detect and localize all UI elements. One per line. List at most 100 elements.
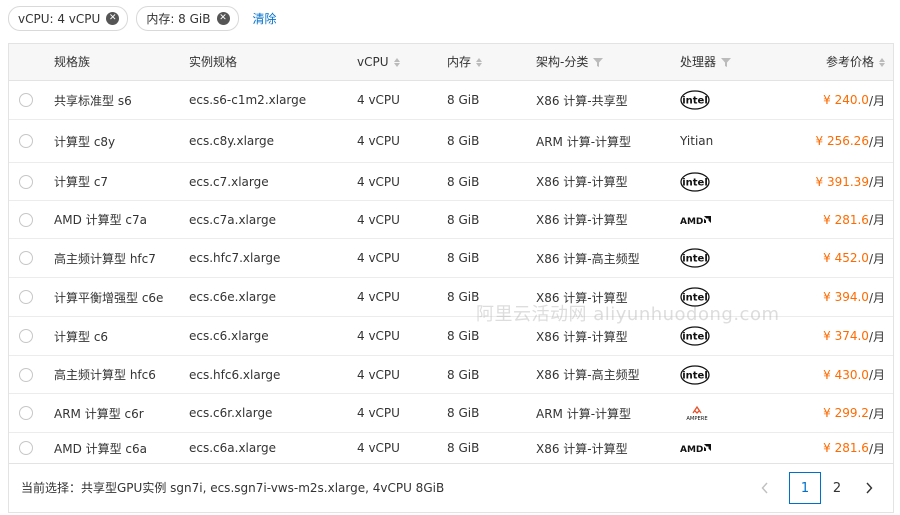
page-button-1[interactable]: 1: [789, 472, 821, 504]
table-row[interactable]: 共享标准型 s6 ecs.s6-c1m2.xlarge 4 vCPU 8 GiB X86…: [9, 81, 893, 120]
clear-filters-link[interactable]: 清除: [253, 10, 277, 27]
table-row[interactable]: ARM 计算型 c6r ecs.c6r.xlarge 4 vCPU 8 GiB ARM …: [9, 394, 893, 433]
price-value: ¥ 281.6: [823, 212, 869, 227]
filter-chip-vcpu[interactable]: vCPU: 4 vCPU ✕: [8, 6, 129, 31]
arch-cell: X86 计算-计算型: [536, 329, 628, 344]
close-icon[interactable]: ✕: [106, 12, 120, 25]
row-radio-button[interactable]: [19, 251, 33, 265]
chevron-left-icon: [761, 482, 768, 494]
arch-cell: X86 计算-高主频型: [536, 368, 640, 382]
header-spec-label: 实例规格: [189, 55, 238, 69]
page-button-2[interactable]: 2: [821, 472, 853, 504]
header-spec: 实例规格: [189, 44, 237, 81]
sort-icon[interactable]: [476, 58, 483, 67]
arch-cell: X86 计算-计算型: [536, 213, 628, 227]
filter-icon[interactable]: [721, 58, 732, 67]
header-processor-label: 处理器: [680, 55, 717, 69]
processor-cell: AMPERE: [680, 394, 714, 432]
table-row[interactable]: 计算型 c7 ecs.c7.xlarge 4 vCPU 8 GiB X86 计算-计算型…: [9, 163, 893, 201]
table-row[interactable]: 高主频计算型 hfc6 ecs.hfc6.xlarge 4 vCPU 8 GiB X86…: [9, 356, 893, 394]
sort-icon[interactable]: [393, 58, 400, 67]
prev-page-button[interactable]: [749, 472, 781, 504]
table-row[interactable]: 计算型 c8y ecs.c8y.xlarge 4 vCPU 8 GiB ARM 计算-计…: [9, 120, 893, 163]
next-page-button[interactable]: [853, 472, 885, 504]
memory-cell: 8 GiB: [447, 93, 480, 107]
row-radio-cell[interactable]: [19, 433, 33, 463]
price-unit: /月: [868, 368, 885, 382]
filter-chip-label: vCPU: 4 vCPU: [18, 11, 101, 26]
row-radio-cell[interactable]: [19, 163, 33, 200]
spec-cell: ecs.hfc6.xlarge: [189, 367, 281, 382]
arch-cell: ARM 计算-计算型: [536, 406, 632, 421]
row-radio-cell[interactable]: [19, 394, 33, 432]
processor-cell: AMD: [680, 201, 712, 238]
header-processor[interactable]: 处理器: [680, 44, 732, 81]
family-cell: 计算型 c6: [54, 329, 109, 344]
intel-logo-icon: intel: [680, 171, 710, 192]
header-price[interactable]: 参考价格: [826, 44, 885, 81]
processor-cell: intel: [680, 356, 710, 393]
spec-cell: ecs.hfc7.xlarge: [189, 251, 281, 265]
row-radio-button[interactable]: [19, 93, 33, 107]
price-value: ¥ 391.39: [815, 174, 869, 189]
header-arch[interactable]: 架构-分类: [536, 44, 604, 81]
family-cell: 高主频计算型 hfc6: [54, 368, 156, 382]
row-radio-cell[interactable]: [19, 278, 33, 316]
row-radio-button[interactable]: [19, 212, 33, 227]
table-row[interactable]: AMD 计算型 c7a ecs.c7a.xlarge 4 vCPU 8 GiB X86 …: [9, 201, 893, 239]
processor-cell: AMD: [680, 433, 712, 463]
table-row[interactable]: 计算型 c6 ecs.c6.xlarge 4 vCPU 8 GiB X86 计算-计算型…: [9, 317, 893, 356]
row-radio-cell[interactable]: [19, 201, 33, 238]
memory-cell: 8 GiB: [447, 174, 480, 189]
row-radio-button[interactable]: [19, 174, 33, 189]
price-unit: /月: [868, 441, 885, 456]
spec-cell: ecs.c8y.xlarge: [189, 134, 274, 148]
row-radio-button[interactable]: [19, 290, 33, 304]
row-radio-cell[interactable]: [19, 356, 33, 393]
header-vcpu[interactable]: vCPU: [357, 44, 400, 81]
row-radio-cell[interactable]: [19, 120, 33, 162]
table-row[interactable]: AMD 计算型 c6a ecs.c6a.xlarge 4 vCPU 8 GiB X86 …: [9, 433, 893, 464]
row-radio-button[interactable]: [19, 329, 33, 343]
row-radio-cell[interactable]: [19, 239, 33, 277]
close-icon[interactable]: ✕: [216, 12, 230, 25]
vcpu-cell: 4 vCPU: [357, 93, 400, 107]
vcpu-cell: 4 vCPU: [357, 406, 400, 420]
row-radio-button[interactable]: [19, 406, 33, 420]
filter-icon[interactable]: [593, 58, 604, 67]
table-row[interactable]: 高主频计算型 hfc7 ecs.hfc7.xlarge 4 vCPU 8 GiB X86…: [9, 239, 893, 278]
filter-chip-label: 内存: 8 GiB: [146, 12, 211, 26]
processor-cell: Yitian: [680, 120, 713, 162]
amd-logo-icon: AMD: [680, 215, 711, 225]
price-value: ¥ 374.0: [823, 329, 869, 343]
header-memory[interactable]: 内存: [447, 44, 483, 81]
row-radio-cell[interactable]: [19, 317, 33, 355]
arch-cell: X86 计算-计算型: [536, 175, 628, 189]
processor-cell: intel: [680, 81, 710, 119]
vcpu-cell: 4 vCPU: [357, 134, 400, 148]
arch-cell: X86 计算-高主频型: [536, 251, 640, 266]
vcpu-cell: 4 vCPU: [357, 251, 400, 265]
row-radio-button[interactable]: [19, 134, 33, 148]
price-value: ¥ 452.0: [823, 251, 869, 265]
row-radio-button[interactable]: [19, 441, 33, 455]
spec-cell: ecs.c6r.xlarge: [189, 406, 273, 420]
price-unit: /月: [868, 93, 885, 108]
price-value: ¥ 281.6: [823, 441, 869, 455]
header-price-label: 参考价格: [825, 55, 874, 69]
price-cell: ¥ 256.26/月: [816, 120, 885, 162]
row-radio-cell[interactable]: [19, 81, 33, 119]
vcpu-cell: 4 vCPU: [357, 212, 400, 227]
processor-label: Yitian: [680, 134, 714, 148]
row-radio-button[interactable]: [19, 367, 33, 382]
sort-icon[interactable]: [879, 58, 885, 67]
price-value: ¥ 430.0: [823, 367, 869, 382]
price-unit: /月: [868, 175, 885, 189]
table-header: 规格族 实例规格 vCPU 内存 架构-分类 处理器 参考价格: [9, 44, 893, 81]
intel-logo-icon: intel: [680, 248, 710, 268]
table-row[interactable]: 计算平衡增强型 c6e ecs.c6e.xlarge 4 vCPU 8 GiB X86 …: [9, 278, 893, 317]
price-cell: ¥ 281.6/月: [823, 433, 885, 463]
svg-text:intel: intel: [682, 370, 708, 381]
ampere-logo-icon: AMPERE: [686, 405, 708, 421]
filter-chip-memory[interactable]: 内存: 8 GiB ✕: [136, 6, 239, 31]
